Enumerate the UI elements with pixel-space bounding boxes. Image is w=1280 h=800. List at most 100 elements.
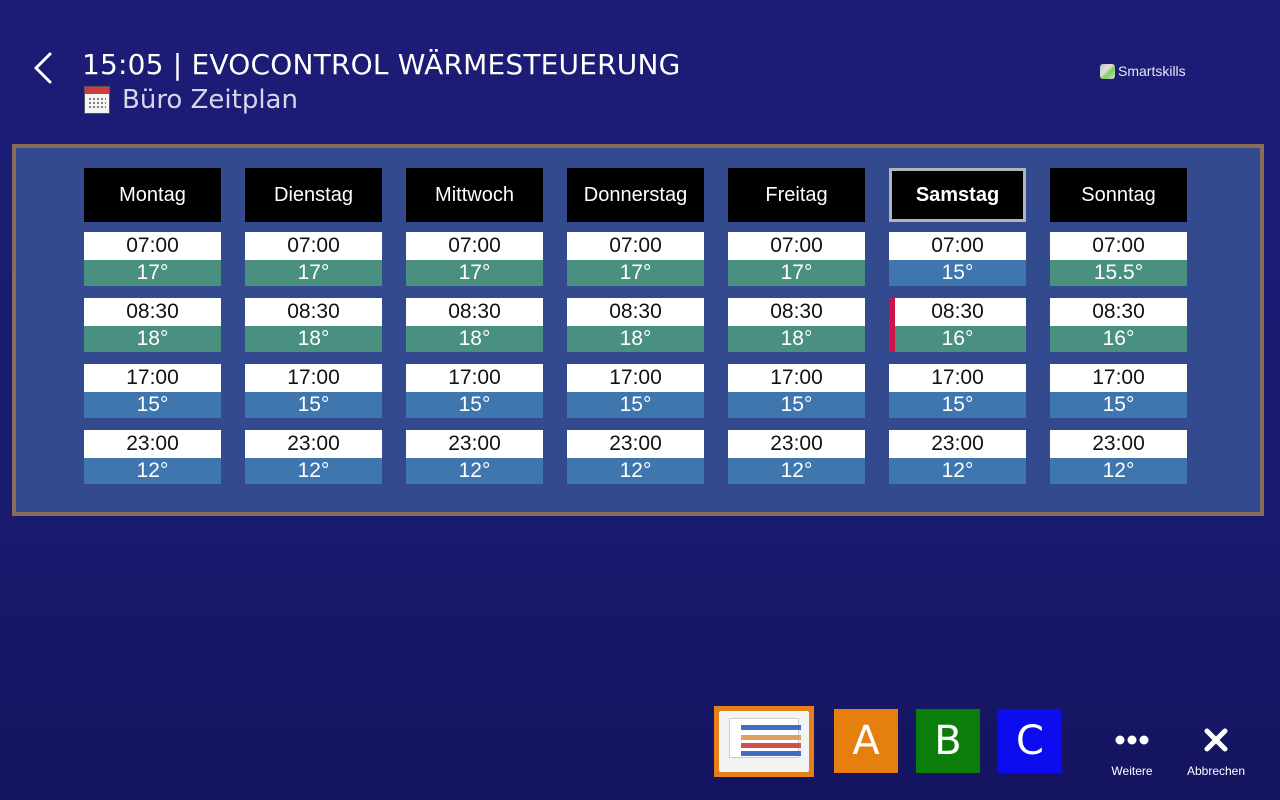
slot-temperature: 17° (84, 260, 221, 286)
schedule-slot[interactable]: 07:00 17° (567, 232, 704, 286)
schedule-slot[interactable]: 23:00 12° (567, 430, 704, 484)
schedule-slot[interactable]: 07:00 17° (406, 232, 543, 286)
slot-time: 07:00 (1050, 232, 1187, 260)
day-tab-mittwoch[interactable]: Mittwoch (406, 168, 543, 222)
schedule-subtitle: Büro Zeitplan (84, 84, 298, 116)
slot-temperature: 18° (406, 326, 543, 352)
calendar-icon (84, 86, 110, 114)
day-tab-dienstag[interactable]: Dienstag (245, 168, 382, 222)
slot-temperature: 15° (889, 392, 1026, 418)
more-dots-icon (1115, 735, 1149, 745)
day-tab-freitag[interactable]: Freitag (728, 168, 865, 222)
slot-temperature: 17° (245, 260, 382, 286)
schedule-slot[interactable]: 08:30 18° (245, 298, 382, 352)
day-column-donnerstag: Donnerstag 07:00 17° 08:30 18° 17:00 15° 23:00 1… (567, 168, 704, 484)
slot-temperature: 18° (84, 326, 221, 352)
schedule-slot[interactable]: 07:00 15° (889, 232, 1026, 286)
smartskills-logo-icon (1100, 63, 1115, 79)
more-label: Weitere (1111, 764, 1153, 778)
schedule-slot[interactable]: 23:00 12° (84, 430, 221, 484)
close-icon (1204, 728, 1228, 752)
schedule-slot[interactable]: 08:30 18° (728, 298, 865, 352)
day-tab-sonntag[interactable]: Sonntag (1050, 168, 1187, 222)
slot-time: 17:00 (1050, 364, 1187, 392)
schedule-slot[interactable]: 17:00 15° (728, 364, 865, 418)
schedule-slot[interactable]: 08:30 18° (84, 298, 221, 352)
day-tab-donnerstag[interactable]: Donnerstag (567, 168, 704, 222)
schedule-slot[interactable]: 17:00 15° (889, 364, 1026, 418)
slot-time: 08:30 (889, 298, 1026, 326)
schedule-slot[interactable]: 23:00 12° (406, 430, 543, 484)
slot-time: 08:30 (245, 298, 382, 326)
button-a[interactable]: A (834, 709, 898, 773)
schedule-slot[interactable]: 08:30 18° (567, 298, 704, 352)
schedule-slot[interactable]: 07:00 15.5° (1050, 232, 1187, 286)
slot-time: 07:00 (84, 232, 221, 260)
device-image-button[interactable] (714, 706, 814, 777)
schedule-slot[interactable]: 08:30 16° (1050, 298, 1187, 352)
day-column-montag: Montag 07:00 17° 08:30 18° 17:00 15° 23:00 12° (84, 168, 221, 484)
button-b-label: B (934, 718, 962, 764)
slot-time: 23:00 (245, 430, 382, 458)
schedule-slot[interactable]: 17:00 15° (406, 364, 543, 418)
slot-temperature: 18° (245, 326, 382, 352)
chevron-left-icon (34, 52, 52, 84)
slot-temperature: 12° (245, 458, 382, 484)
back-button[interactable] (28, 50, 62, 86)
day-tab-montag[interactable]: Montag (84, 168, 221, 222)
slot-temperature: 17° (406, 260, 543, 286)
schedule-slot[interactable]: 07:00 17° (245, 232, 382, 286)
slot-time: 08:30 (406, 298, 543, 326)
schedule-slot[interactable]: 23:00 12° (728, 430, 865, 484)
day-column-mittwoch: Mittwoch 07:00 17° 08:30 18° 17:00 15° 23:00 12° (406, 168, 543, 484)
slot-time: 07:00 (728, 232, 865, 260)
button-b[interactable]: B (916, 709, 980, 773)
schedule-slot[interactable]: 17:00 15° (1050, 364, 1187, 418)
schedule-slot[interactable]: 08:30 18° (406, 298, 543, 352)
day-tab-samstag[interactable]: Samstag (889, 168, 1026, 222)
slot-temperature: 12° (889, 458, 1026, 484)
slot-temperature: 16° (1050, 326, 1187, 352)
slot-time: 23:00 (1050, 430, 1187, 458)
slot-time: 17:00 (245, 364, 382, 392)
slot-temperature: 15° (889, 260, 1026, 286)
slot-time: 23:00 (84, 430, 221, 458)
brand-logo: Smartskills (1100, 63, 1186, 79)
slot-time: 08:30 (84, 298, 221, 326)
slot-time: 23:00 (406, 430, 543, 458)
slot-time: 17:00 (889, 364, 1026, 392)
button-a-label: A (852, 718, 880, 764)
slot-time: 08:30 (567, 298, 704, 326)
schedule-slot[interactable]: 23:00 12° (245, 430, 382, 484)
thermostat-device-icon (719, 711, 809, 772)
schedule-slot[interactable]: 08:30 16° (889, 298, 1026, 352)
cancel-button[interactable]: Abbrechen (1184, 716, 1248, 778)
schedule-slot[interactable]: 17:00 15° (84, 364, 221, 418)
slot-temperature: 15° (245, 392, 382, 418)
page-title: 15:05 | EVOCONTROL WÄRMESTEUERUNG (82, 48, 681, 81)
slot-temperature: 17° (728, 260, 865, 286)
schedule-slot[interactable]: 17:00 15° (245, 364, 382, 418)
slot-temperature: 15° (406, 392, 543, 418)
schedule-slot[interactable]: 07:00 17° (728, 232, 865, 286)
day-column-samstag: Samstag 07:00 15° 08:30 16° 17:00 15° 23:00 12° (889, 168, 1026, 484)
slot-temperature: 15.5° (1050, 260, 1187, 286)
slot-time: 17:00 (406, 364, 543, 392)
slot-temperature: 18° (567, 326, 704, 352)
slot-time: 07:00 (245, 232, 382, 260)
button-c[interactable]: C (998, 709, 1062, 773)
schedule-slot[interactable]: 23:00 12° (1050, 430, 1187, 484)
more-button[interactable]: Weitere (1106, 716, 1158, 778)
button-c-label: C (1016, 718, 1044, 764)
day-column-sonntag: Sonntag 07:00 15.5° 08:30 16° 17:00 15° 23:00 12… (1050, 168, 1187, 484)
slot-time: 17:00 (567, 364, 704, 392)
day-column-dienstag: Dienstag 07:00 17° 08:30 18° 17:00 15° 23:00 12° (245, 168, 382, 484)
schedule-slot[interactable]: 17:00 15° (567, 364, 704, 418)
slot-time: 07:00 (406, 232, 543, 260)
slot-temperature: 17° (567, 260, 704, 286)
schedule-slot[interactable]: 07:00 17° (84, 232, 221, 286)
day-column-freitag: Freitag 07:00 17° 08:30 18° 17:00 15° 23:00 12° (728, 168, 865, 484)
schedule-slot[interactable]: 23:00 12° (889, 430, 1026, 484)
slot-time: 17:00 (84, 364, 221, 392)
slot-temperature: 12° (84, 458, 221, 484)
